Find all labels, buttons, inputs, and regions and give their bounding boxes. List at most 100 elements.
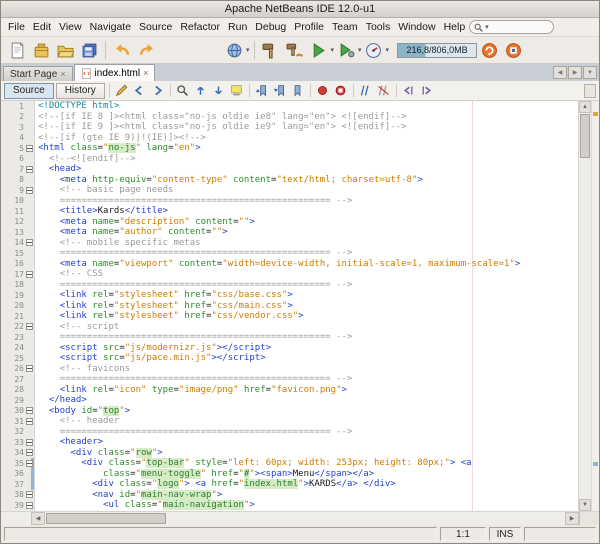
code-line[interactable]: <div class="logo"> <a href="index.html">… [35,479,578,490]
menu-window[interactable]: Window [394,21,439,33]
vertical-scroll-track[interactable] [579,113,591,499]
code-line[interactable]: <!-- CSS [35,269,578,280]
profile-dropdown-icon[interactable]: ▾ [386,46,390,54]
toggle-bookmark-button[interactable] [290,83,306,99]
toggle-highlight-button[interactable] [229,83,245,99]
browser-dropdown-icon[interactable]: ▾ [246,46,250,54]
previous-bookmark-button[interactable] [254,83,270,99]
editor-gutter[interactable]: 1234567891011121314151617181920212223242… [1,101,35,511]
code-line[interactable]: class="menu-toggle" href="#"><span>Menu<… [35,469,578,480]
code-line[interactable]: <script src="js/modernizr.js"></script> [35,343,578,354]
code-line[interactable]: <!--[if IE 8 ]><html class="no-js oldie … [35,112,578,123]
code-line[interactable]: <!--[if (gte IE 9)|!(IE)]><!--> [35,133,578,144]
fold-toggle-icon[interactable] [26,365,33,372]
open-project-button[interactable] [53,39,77,62]
code-line[interactable]: <!-- basic page needs [35,185,578,196]
quick-search-input[interactable] [491,22,549,32]
run-project-button[interactable] [307,39,331,62]
quick-search-box[interactable]: ▾ [469,20,554,34]
code-line[interactable]: <title>Kards</title> [35,206,578,217]
window-title-bar[interactable]: Apache NetBeans IDE 12.0-u1 [1,1,599,18]
code-line[interactable]: <!-- script [35,322,578,333]
code-line[interactable]: <html class="no-js" lang="en"> [35,143,578,154]
code-line[interactable]: <head> [35,164,578,175]
code-line[interactable]: <meta name="author" content=""> [35,227,578,238]
error-stripe-change-mark[interactable] [593,462,598,466]
code-line[interactable]: <!-- favicons [35,364,578,375]
code-line[interactable]: <!-- mobile specific metas [35,238,578,249]
fold-toggle-icon[interactable] [26,187,33,194]
stop-macro-button[interactable] [333,83,349,99]
find-selection-button[interactable] [175,83,191,99]
menu-team[interactable]: Team [328,21,362,33]
tab-index-html[interactable]: index.html × [74,64,156,81]
search-dropdown-icon[interactable]: ▾ [485,23,489,31]
code-line[interactable]: <nav id="main-nav-wrap"> [35,490,578,501]
browser-select-button[interactable] [222,39,246,62]
previous-occurrence-button[interactable] [193,83,209,99]
code-line[interactable]: <link rel="icon" type="image/png" href="… [35,385,578,396]
vertical-scrollbar[interactable]: ▲ ▼ [578,101,591,511]
debug-project-button[interactable] [334,39,358,62]
error-stripe[interactable] [591,101,599,511]
code-line[interactable]: ========================================… [35,248,578,259]
code-line[interactable]: ========================================… [35,280,578,291]
code-line[interactable]: <header> [35,437,578,448]
shift-left-button[interactable] [401,83,417,99]
new-project-button[interactable] [29,39,53,62]
code-line[interactable]: <link rel="stylesheet" href="css/base.cs… [35,290,578,301]
fold-toggle-icon[interactable] [26,271,33,278]
code-line[interactable]: <meta name="viewport" content="width=dev… [35,259,578,270]
scroll-left-icon[interactable]: ◀ [31,512,45,525]
clean-build-button[interactable] [283,39,307,62]
code-line[interactable]: ========================================… [35,332,578,343]
fold-toggle-icon[interactable] [26,166,33,173]
code-line[interactable]: ========================================… [35,374,578,385]
scroll-right-icon[interactable]: ▶ [565,512,579,525]
horizontal-scroll-track[interactable] [45,512,565,525]
code-line[interactable]: ========================================… [35,427,578,438]
history-view-button[interactable]: History [56,83,105,99]
code-line[interactable]: <div class="top-bar" style="left: 60px; … [35,458,578,469]
profile-project-button[interactable] [362,39,386,62]
horizontal-scroll-thumb[interactable] [46,513,166,524]
menu-profile[interactable]: Profile [290,21,328,33]
menu-debug[interactable]: Debug [251,21,290,33]
code-line[interactable]: <!DOCTYPE html> [35,101,578,112]
redo-button[interactable] [134,39,158,62]
shift-right-button[interactable] [419,83,435,99]
fold-toggle-icon[interactable] [26,239,33,246]
build-project-button[interactable] [259,39,283,62]
code-line[interactable]: </head> [35,395,578,406]
comment-button[interactable] [358,83,374,99]
menu-run[interactable]: Run [224,21,251,33]
code-line[interactable]: <script src="js/pace.min.js"></script> [35,353,578,364]
code-line[interactable]: <meta http-equiv="content-type" content=… [35,175,578,186]
forward-button[interactable] [150,83,166,99]
fold-toggle-icon[interactable] [26,323,33,330]
menu-edit[interactable]: Edit [29,21,55,33]
memory-usage-meter[interactable]: 216,8/806,0MB [397,43,477,58]
fold-toggle-icon[interactable] [26,460,33,467]
menu-view[interactable]: View [55,21,86,33]
menu-tools[interactable]: Tools [362,21,395,33]
fold-toggle-icon[interactable] [26,439,33,446]
code-line[interactable]: <meta name="description" content=""> [35,217,578,228]
new-file-button[interactable] [5,39,29,62]
fold-toggle-icon[interactable] [26,502,33,509]
fold-toggle-icon[interactable] [26,418,33,425]
tab-close-icon[interactable]: × [60,70,65,79]
garbage-collect-button[interactable] [477,39,501,62]
code-line[interactable]: <!--[if IE 9 ]><html class="no-js oldie … [35,122,578,133]
fold-toggle-icon[interactable] [26,449,33,456]
code-line[interactable]: <!--<![endif]--> [35,154,578,165]
save-all-button[interactable] [77,39,101,62]
back-button[interactable] [132,83,148,99]
code-line[interactable]: <div class="row"> [35,448,578,459]
profiler-gc-button[interactable] [501,39,525,62]
menu-file[interactable]: File [4,21,29,33]
last-edit-button[interactable] [114,83,130,99]
code-line[interactable]: <link rel="stylesheet" href="css/vendor.… [35,311,578,322]
error-stripe-warning-mark[interactable] [593,112,598,116]
fold-toggle-icon[interactable] [26,145,33,152]
